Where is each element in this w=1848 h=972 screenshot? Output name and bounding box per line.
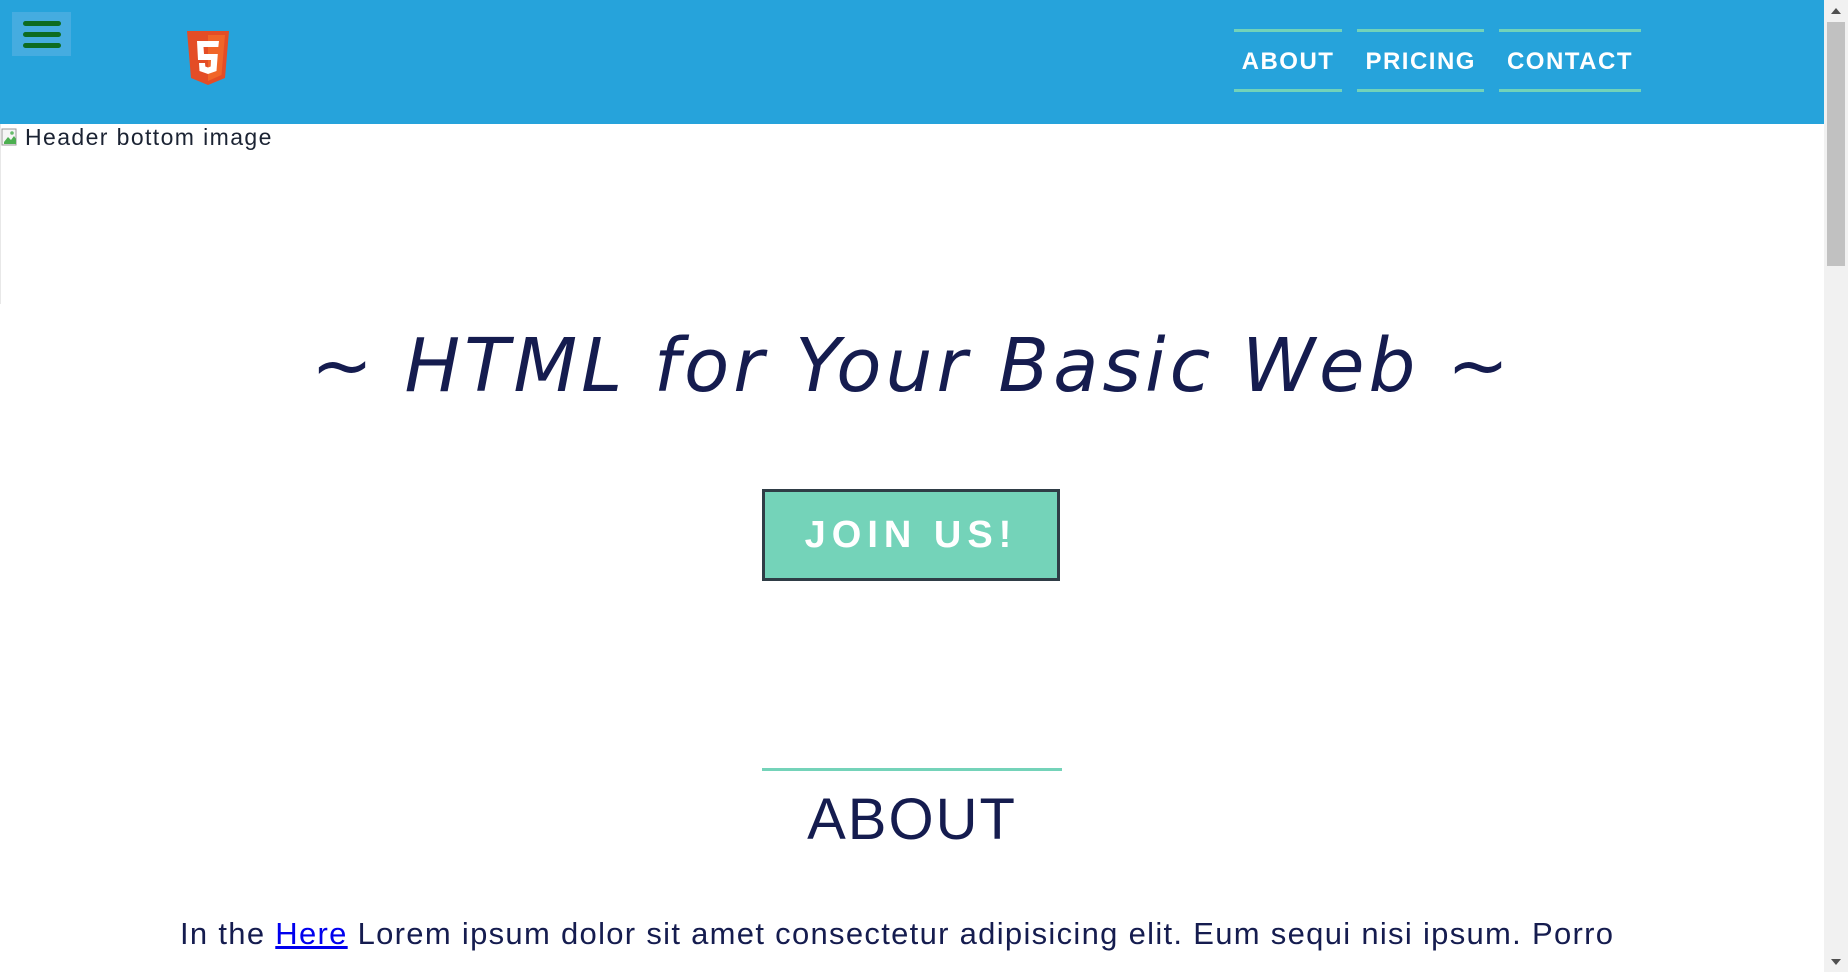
hamburger-menu-icon[interactable] [12,12,71,56]
header-bottom-image-alt-text: Header bottom image [25,124,273,150]
about-text-before-link: In the [180,916,276,951]
site-header: ABOUT PRICING CONTACT [0,0,1824,124]
menu-bar [22,42,61,48]
main-nav: ABOUT PRICING CONTACT [1233,29,1641,92]
about-heading: ABOUT [807,787,1017,852]
menu-bar [22,20,61,26]
join-us-button[interactable]: JOIN US! [762,489,1060,581]
about-paragraph: In the Here Lorem ipsum dolor sit amet c… [180,916,1680,952]
vertical-scrollbar[interactable] [1824,0,1848,972]
header-bottom-image-alt: Header bottom image [1,124,273,151]
page: ABOUT PRICING CONTACT Header bottom imag… [0,0,1848,972]
scrollbar-thumb[interactable] [1827,22,1845,266]
about-divider [762,768,1062,771]
hero-title: ~ HTML for Your Basic Web ~ [310,323,1514,409]
about-here-link[interactable]: Here [275,916,347,951]
header-bottom-image: Header bottom image [0,124,300,304]
nav-about-link[interactable]: ABOUT [1233,29,1343,92]
scroll-down-arrow-icon[interactable] [1824,952,1848,972]
about-text-after-link: Lorem ipsum dolor sit amet consectetur a… [347,916,1615,951]
menu-bar [22,31,61,37]
scroll-up-arrow-icon[interactable] [1824,0,1848,20]
broken-image-icon [1,127,23,149]
nav-pricing-link[interactable]: PRICING [1357,29,1484,92]
nav-contact-link[interactable]: CONTACT [1498,29,1641,92]
html5-logo-icon[interactable] [184,31,232,85]
